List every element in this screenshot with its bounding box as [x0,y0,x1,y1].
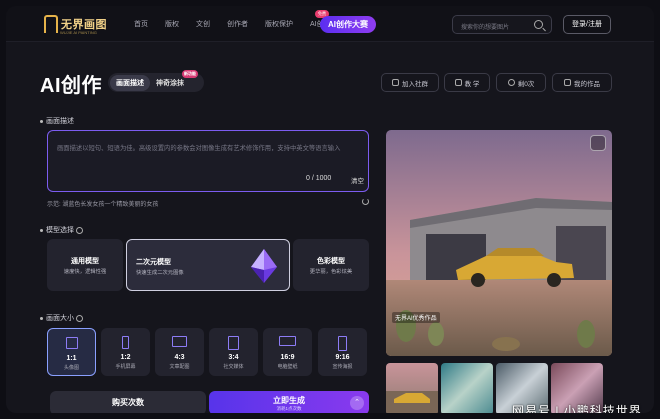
size-section-text: 画面大小 [46,315,74,322]
generate-label: 立即生成 [273,396,305,405]
thumbnail-car-image [386,391,438,413]
ratio-option-1-2[interactable]: 1:2 手机屏幕 [101,328,150,376]
model-name: 色彩模型 [317,258,345,265]
nav-creative[interactable]: 文创 [196,19,210,29]
app-window: 无界画图 WUJIE AI PAINTING 首页 版权 文创 创作者 版权保护… [6,6,654,413]
prompt-example-hint: 示范: 湖蓝色长发女孩一个精致美丽的女孩 [47,202,159,208]
ratio-usage: 头像图 [63,365,79,371]
ai-contest-button[interactable]: AI创作大赛 [320,16,376,33]
folder-icon [564,79,571,86]
nav-copyright[interactable]: 版权 [165,19,179,29]
landscape-ratio-icon [172,336,187,347]
my-works-button[interactable]: 我的作品 [552,73,612,92]
ratio-usage: 宣传海报 [332,364,353,370]
expand-icon[interactable] [590,135,606,151]
widescreen-ratio-icon [279,336,296,346]
thumbnail-1[interactable] [386,363,438,413]
generate-button[interactable]: 立即生成 消耗1点次数 ⌃ [209,391,369,413]
ratio-value: 9:16 [335,354,350,361]
page-title: AI创作 [40,75,102,97]
play-icon [507,79,515,86]
refresh-icon[interactable] [362,198,369,205]
model-desc: 速度快，逻辑性强 [63,269,107,275]
tutorial-label: 教 学 [464,80,480,88]
help-icon[interactable] [75,226,83,234]
square-ratio-icon [66,337,78,349]
new-feature-badge: 新功能 [182,69,198,78]
ratio-value: 1:1 [66,355,77,362]
remaining-count-label: 剩0次 [517,80,535,88]
my-works-label: 我的作品 [574,80,600,88]
size-section-label: 画面大小 [40,313,83,323]
model-desc: 更华丽，色彩炫美 [309,269,353,275]
help-icon[interactable] [75,314,83,322]
login-register-button[interactable]: 登录/注册 [563,15,611,34]
model-card-color[interactable]: 色彩模型 更华丽，色彩炫美 [293,239,369,291]
logo-mark-icon [44,15,58,33]
tab-magic-brush-label: 神奇涂抹 [156,79,184,87]
generate-cost: 消耗1点次数 [276,406,302,411]
model-section-label: 模型选择 [40,225,83,235]
logo-tagline: WUJIE AI PAINTING [60,30,97,35]
logo[interactable]: 无界画图 WUJIE AI PAINTING [44,14,107,35]
portrait-ratio-icon [228,336,239,350]
model-section-text: 模型选择 [46,227,74,234]
top-navigation: 无界画图 WUJIE AI PAINTING 首页 版权 文创 创作者 版权保护… [6,6,654,42]
tutorial-button[interactable]: 教 学 [444,73,490,92]
ratio-usage: 手机屏幕 [115,364,136,370]
prompt-textarea[interactable]: 画面描述以短句、短语为佳。高级设置内的参数会对图像生成有艺术修饰作用，支持中英文… [47,130,369,192]
join-community-button[interactable]: 加入社群 [381,73,439,92]
prompt-placeholder: 画面描述以短句、短语为佳。高级设置内的参数会对图像生成有艺术修饰作用，支持中英文… [57,145,341,152]
nav-creators[interactable]: 创作者 [227,19,248,29]
tutorial-icon [454,79,462,86]
model-name: 通用模型 [71,258,99,265]
mode-tabs: 画面描述 神奇涂抹 新功能 [108,69,204,92]
ratio-option-3-4[interactable]: 3:4 社交媒体 [209,328,258,376]
ratio-value: 16:9 [280,354,295,361]
nav-copyright-protection[interactable]: 版权保护 [265,19,293,29]
ratio-usage: 电脑壁纸 [277,364,298,370]
tall-ratio-icon [122,336,129,349]
clear-button[interactable]: 清空 [351,175,364,185]
character-count: 0 / 1000 [306,175,332,182]
model-card-general[interactable]: 通用模型 速度快，逻辑性强 [47,239,123,291]
preview-image: 无界AI优秀作品 [386,130,612,356]
ratio-option-9-16[interactable]: 9:16 宣传海报 [318,328,367,376]
ratio-value: 4:3 [174,354,185,361]
community-icon [392,79,399,86]
nav-home[interactable]: 首页 [134,19,148,29]
ratio-value: 1:2 [120,354,131,361]
ratio-option-4-3[interactable]: 4:3 文章配图 [155,328,204,376]
tab-magic-brush[interactable]: 神奇涂抹 新功能 [150,69,198,91]
remaining-count-button[interactable]: 剩0次 [496,73,546,92]
vertical-ratio-icon [338,336,347,351]
join-community-label: 加入社群 [402,80,428,88]
watermark-text: 网易号 | 小鹏科技世界 [512,404,642,413]
model-card-anime[interactable]: 二次元模型 快速生成二次元图像 [126,239,290,291]
chevron-up-icon[interactable]: ⌃ [350,396,364,410]
ratio-option-16-9[interactable]: 16:9 电脑壁纸 [263,328,312,376]
showcase-tag: 无界AI优秀作品 [392,312,440,323]
ratio-option-1-1[interactable]: 1:1 头像图 [47,328,96,376]
search-input[interactable]: 搜索你的想要图片 [461,22,509,31]
ratio-usage: 社交媒体 [223,364,244,370]
buy-credits-button[interactable]: 购买次数 [50,391,206,413]
tab-prompt-description[interactable]: 画面描述 [110,74,150,91]
thumbnail-2[interactable] [441,363,493,413]
prompt-section-label: 画面描述 [40,116,74,126]
search-box[interactable]: 搜索你的想要图片 [452,15,552,34]
crystal-gem-icon [251,249,277,283]
ratio-usage: 文章配图 [169,364,190,370]
ratio-value: 3:4 [228,354,239,361]
search-icon[interactable] [534,20,543,29]
